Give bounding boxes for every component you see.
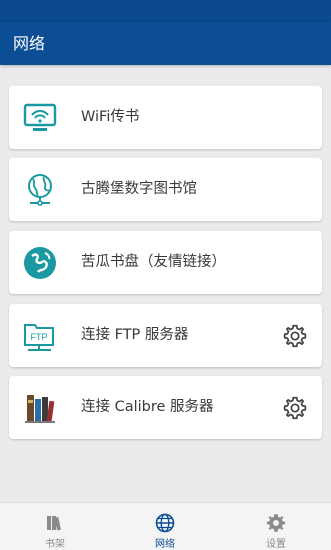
- item-label: 古腾堡数字图书馆: [81, 181, 197, 197]
- item-label: 连接 FTP 服务器: [81, 327, 189, 343]
- tab-label: 书架: [45, 539, 65, 550]
- kugua-bookdisk-item[interactable]: 苦瓜书盘（友情链接）: [9, 231, 322, 294]
- gear-icon: [266, 514, 286, 532]
- status-bar: [0, 0, 331, 22]
- gutenberg-library-item[interactable]: 古腾堡数字图书馆: [9, 158, 322, 221]
- item-label: 苦瓜书盘（友情链接）: [81, 254, 226, 270]
- ftp-settings-gear-icon[interactable]: [282, 323, 308, 349]
- tab-label: 设置: [266, 539, 286, 550]
- tab-bookshelf[interactable]: 书架: [0, 503, 110, 550]
- globe-icon: [155, 513, 175, 533]
- ftp-folder-icon: FTP: [24, 324, 54, 351]
- bottom-tab-bar: 书架 网络 设置: [0, 502, 331, 550]
- wifi-transfer-item[interactable]: WiFi传书: [9, 86, 322, 149]
- svg-text:FTP: FTP: [31, 332, 48, 342]
- ftp-server-item[interactable]: FTP 连接 FTP 服务器: [9, 304, 322, 367]
- calibre-books-icon: [25, 395, 55, 423]
- calibre-settings-gear-icon[interactable]: [282, 395, 308, 421]
- tab-label: 网络: [155, 539, 175, 550]
- tab-network[interactable]: 网络: [110, 503, 220, 550]
- item-label: 连接 Calibre 服务器: [81, 399, 214, 415]
- wifi-monitor-icon: [23, 103, 57, 131]
- bookshelf-icon: [47, 516, 61, 531]
- calibre-server-item[interactable]: 连接 Calibre 服务器: [9, 376, 322, 439]
- globe-network-icon: [28, 174, 52, 206]
- page-title: 网络: [13, 34, 46, 53]
- tab-settings[interactable]: 设置: [221, 503, 331, 550]
- earth-logo-icon: [24, 247, 56, 279]
- item-label: WiFi传书: [81, 109, 140, 125]
- app-bar: 网络: [0, 22, 331, 65]
